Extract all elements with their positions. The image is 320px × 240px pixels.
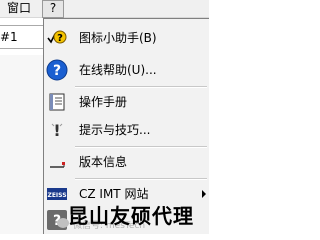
manual-icon — [46, 91, 68, 113]
svg-text:?: ? — [53, 63, 61, 79]
menu-item-version[interactable]: 版本信息 — [44, 149, 209, 175]
menu-item-online-help[interactable]: ? 在线帮助(U)... — [44, 57, 209, 83]
menu-item-label: 图标小助手(B) — [79, 31, 157, 45]
menu-separator — [75, 86, 207, 88]
tip-icon: ! — [46, 119, 68, 141]
menu-bar: 窗口 ? — [0, 0, 209, 18]
menu-item-icon-helper[interactable]: ? 图标小助手(B) — [44, 25, 209, 51]
watermark: 微信号: mesTech 昆山友硕代理 — [55, 196, 209, 234]
menu-item-label: 版本信息 — [79, 155, 128, 169]
menu-item-tips[interactable]: ! 提示与技巧... — [44, 117, 209, 143]
svg-text:?: ? — [57, 33, 63, 44]
blue-question-icon: ? — [46, 59, 68, 81]
menu-item-label: 操作手册 — [79, 95, 128, 109]
background-panel — [0, 55, 44, 234]
menu-item-manual[interactable]: 操作手册 — [44, 89, 209, 115]
menu-item-label: 提示与技巧... — [79, 123, 151, 137]
background-field: #1 — [0, 25, 44, 49]
svg-text:!: ! — [53, 121, 60, 140]
version-icon — [46, 151, 68, 173]
menu-separator — [75, 178, 207, 180]
question-arrow-icon: ? — [46, 27, 68, 49]
watermark-big-text: 昆山友硕代理 — [68, 204, 194, 228]
screen: 窗口 ? #1 ? 图标小助手(B) ? 在线帮助(U)... 操作手册 ! 提… — [0, 0, 209, 234]
menu-separator — [75, 146, 207, 148]
menu-window[interactable]: 窗口 — [7, 1, 31, 16]
menu-item-label: 在线帮助(U)... — [79, 63, 157, 77]
menu-help[interactable]: ? — [42, 0, 64, 18]
